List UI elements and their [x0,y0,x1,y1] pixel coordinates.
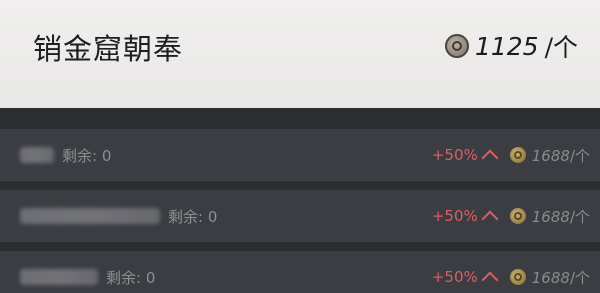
item-price-unit: /个 [569,146,590,165]
header-price-value: 1125 [474,31,539,61]
price-info: +50% 1688/个 [432,190,590,242]
item-price: 1688/个 [532,267,590,288]
remaining-label: 剩余: 0 [168,207,218,226]
item-price-value: 1688 [531,207,570,226]
coin-icon [509,269,526,285]
shop-panel: 销金窟朝奉 1125 /个 剩余: 0 +50% 1688/个 剩余: 0 +5… [0,0,600,293]
remaining-label: 剩余: 0 [62,146,112,165]
coin-icon [509,147,526,163]
item-name-redacted [20,208,160,224]
item-price-value: 1688 [531,268,570,287]
remaining-label: 剩余: 0 [106,268,156,287]
arrow-up-icon [481,271,499,289]
list-item[interactable]: 剩余: 0 +50% 1688/个 [0,190,600,242]
item-price-unit: /个 [569,207,590,226]
item-list: 剩余: 0 +50% 1688/个 剩余: 0 +50% 1688/个 剩余: … [0,118,600,293]
item-price: 1688/个 [532,206,590,227]
price-increase: +50% [431,207,478,225]
arrow-up-icon [481,149,499,167]
shop-header: 销金窟朝奉 1125 /个 [0,0,600,116]
item-price-value: 1688 [531,146,570,165]
coin-icon [444,34,469,58]
price-info: +50% 1688/个 [432,129,590,181]
coin-icon [509,208,526,224]
price-increase: +50% [431,146,478,164]
arrow-up-icon [481,210,499,228]
item-name-redacted [20,269,98,285]
header-price: 1125 /个 [444,28,578,64]
list-item[interactable]: 剩余: 0 +50% 1688/个 [0,129,600,181]
item-price-unit: /个 [569,268,590,287]
shop-title: 销金窟朝奉 [33,32,184,66]
price-increase: +50% [431,268,478,286]
header-price-unit: /个 [544,33,578,62]
list-item[interactable]: 剩余: 0 +50% 1688/个 [0,251,600,293]
item-price: 1688/个 [532,145,590,166]
item-name-redacted [20,147,54,163]
price-info: +50% 1688/个 [432,251,590,293]
